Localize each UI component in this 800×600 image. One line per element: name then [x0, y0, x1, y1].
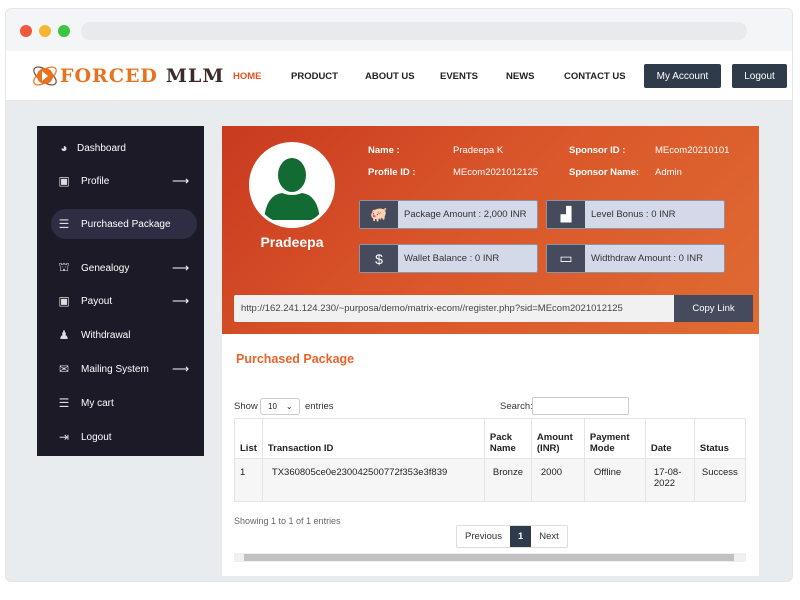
- coins-icon: ☰: [58, 396, 70, 410]
- money-bag-icon: $: [360, 245, 398, 272]
- globe-logo-icon: [33, 66, 57, 86]
- cell-status: Success: [693, 458, 747, 502]
- chevron-down-icon: ⌄: [285, 402, 293, 411]
- arrow-right-icon: ⟶: [172, 261, 190, 275]
- section-title: Purchased Package: [236, 352, 355, 366]
- browser-window: FORCED MLM HOME PRODUCT ABOUT US EVENTS N…: [5, 8, 793, 582]
- arrow-right-icon: ⟶: [172, 294, 190, 308]
- scrollbar-thumb[interactable]: [244, 554, 734, 561]
- close-dot[interactable]: [20, 25, 32, 37]
- nav-about-us[interactable]: ABOUT US: [365, 71, 415, 82]
- cell-pack-name: Bronze: [483, 458, 532, 502]
- sidebar-item-mailing-system[interactable]: ✉ Mailing System ⟶: [37, 354, 204, 384]
- cell-payment-mode: Offline: [583, 458, 646, 502]
- sidebar-item-dashboard[interactable]: ◕ Dashboard: [37, 133, 204, 163]
- profile-id-label: Profile ID :: [368, 167, 416, 178]
- piggy-bank-icon: 🐖: [360, 201, 398, 228]
- avatar: [249, 142, 335, 228]
- coins-icon: ☰: [58, 217, 70, 231]
- sidebar-item-purchased-package[interactable]: ☰ Purchased Package: [51, 209, 197, 239]
- content-card: Pradeepa Name : Pradeepa K Profile ID : …: [222, 126, 759, 576]
- table-row: 1 TX360805ce0e230042500772f353e3f839 Bro…: [234, 458, 747, 502]
- sidebar: ◕ Dashboard ▣ Profile ⟶ ☰ Purchased Package …: [37, 126, 204, 456]
- profile-banner: Pradeepa Name : Pradeepa K Profile ID : …: [222, 126, 759, 334]
- arrow-right-icon: ⟶: [172, 174, 190, 188]
- address-bar[interactable]: [81, 22, 747, 40]
- logo[interactable]: FORCED MLM: [30, 61, 224, 91]
- col-amount[interactable]: Amount (INR): [530, 418, 585, 459]
- monitor-icon: ▭: [547, 245, 585, 272]
- purchased-package-table: List Transaction ID Pack Name Amount (IN…: [234, 418, 747, 502]
- site-header: FORCED MLM HOME PRODUCT ABOUT US EVENTS N…: [6, 51, 792, 101]
- sidebar-item-profile[interactable]: ▣ Profile ⟶: [37, 166, 204, 196]
- col-date[interactable]: Date: [644, 418, 695, 459]
- withdraw-amount-card: ▭ Widthdraw Amount : 0 INR: [546, 244, 725, 273]
- previous-button[interactable]: Previous: [457, 526, 510, 547]
- sponsor-id-label: Sponsor ID :: [569, 145, 626, 156]
- sidebar-item-withdrawal[interactable]: ♟ Withdrawal: [37, 320, 204, 350]
- nav-home[interactable]: HOME: [233, 71, 262, 82]
- nav-events[interactable]: EVENTS: [440, 71, 478, 82]
- sidebar-item-payout[interactable]: ▣ Payout ⟶: [37, 286, 204, 316]
- user-display-name: Pradeepa: [260, 234, 324, 250]
- horizontal-scrollbar[interactable]: [234, 553, 746, 562]
- next-button[interactable]: Next: [531, 526, 567, 547]
- cell-list: 1: [234, 458, 263, 502]
- sitemap-icon: ⛫: [58, 260, 70, 274]
- level-bonus-card: ▟ Level Bonus : 0 INR: [546, 200, 725, 229]
- sidebar-item-genealogy[interactable]: ⛫ Genealogy ⟶: [37, 253, 204, 283]
- cell-amount: 2000: [530, 458, 585, 502]
- wallet-balance-card: $ Wallet Balance : 0 INR: [359, 244, 538, 273]
- user-icon: [264, 158, 320, 220]
- col-pack-name[interactable]: Pack Name: [483, 418, 532, 459]
- cell-date: 17-08-2022: [644, 458, 695, 502]
- page-1-button[interactable]: 1: [509, 526, 532, 547]
- nav-news[interactable]: NEWS: [506, 71, 535, 82]
- envelope-icon: ✉: [58, 362, 70, 376]
- col-status[interactable]: Status: [693, 418, 747, 459]
- maximize-dot[interactable]: [58, 25, 70, 37]
- id-card-icon: ▣: [58, 174, 70, 188]
- col-list[interactable]: List: [234, 418, 263, 459]
- sponsor-id-value: MEcom20210101: [655, 145, 730, 156]
- entries-label: entries: [305, 401, 334, 412]
- minimize-dot[interactable]: [39, 25, 51, 37]
- piggy-bank-icon: ♟: [58, 328, 70, 342]
- id-card-icon: ▣: [58, 294, 70, 308]
- logout-button[interactable]: Logout: [732, 64, 787, 88]
- sidebar-item-logout[interactable]: ⇥ Logout: [37, 422, 204, 452]
- copy-link-button[interactable]: Copy Link: [674, 295, 753, 322]
- browser-toolbar: [6, 9, 792, 51]
- sponsor-name-value: Admin: [655, 167, 682, 178]
- name-label: Name :: [368, 145, 400, 156]
- pagination: Previous 1 Next: [456, 525, 568, 548]
- search-input[interactable]: [532, 397, 629, 415]
- sidebar-item-my-cart[interactable]: ☰ My cart: [37, 388, 204, 418]
- cell-transaction-id: TX360805ce0e230042500772f353e3f839: [261, 458, 485, 502]
- col-transaction-id[interactable]: Transaction ID: [261, 418, 485, 459]
- arrow-right-icon: ⟶: [172, 362, 190, 376]
- nav-product[interactable]: PRODUCT: [291, 71, 338, 82]
- nav-contact-us[interactable]: CONTACT US: [564, 71, 626, 82]
- dashboard-icon: ◕: [60, 141, 68, 155]
- table-info: Showing 1 to 1 of 1 entries: [234, 516, 341, 526]
- search-label: Search:: [500, 401, 533, 412]
- growth-chart-icon: ▟: [547, 201, 585, 228]
- show-label: Show: [234, 401, 258, 412]
- page-size-select[interactable]: 10 ⌄: [260, 398, 300, 415]
- package-amount-card: 🐖 Package Amount : 2,000 INR: [359, 200, 538, 229]
- sponsor-name-label: Sponsor Name:: [569, 167, 640, 178]
- col-payment-mode[interactable]: Payment Mode: [583, 418, 646, 459]
- referral-link-field[interactable]: http://162.241.124.230/~purposa/demo/mat…: [234, 295, 674, 322]
- name-value: Pradeepa K: [453, 145, 504, 156]
- my-account-button[interactable]: My Account: [644, 64, 721, 88]
- profile-id-value: MEcom2021012125: [453, 167, 539, 178]
- sign-out-icon: ⇥: [58, 430, 70, 444]
